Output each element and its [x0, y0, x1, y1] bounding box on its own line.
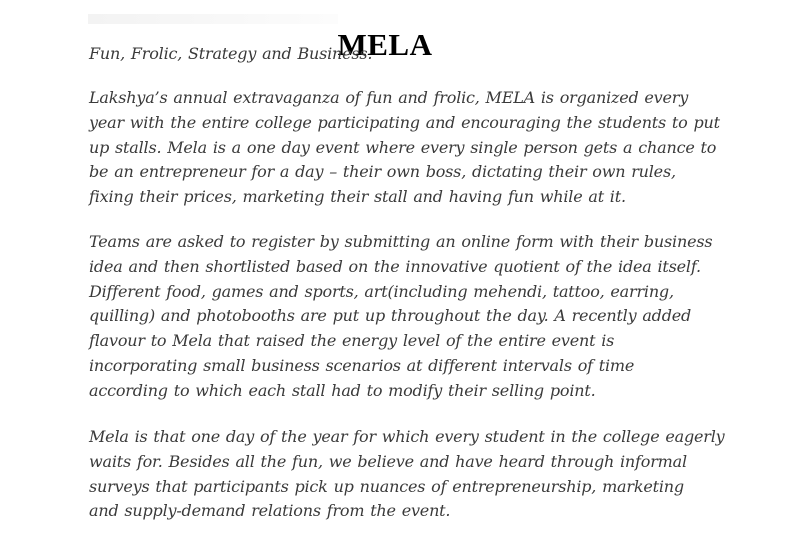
paragraph-line: fixing their prices, marketing their sta…: [89, 187, 626, 207]
paragraph-line: be an entrepreneur for a day – their own…: [89, 162, 676, 182]
paragraph-line: idea and then shortlisted based on the i…: [89, 256, 701, 276]
paragraph-intro: Lakshya’s annual extravaganza of fun and…: [89, 86, 720, 210]
paragraph-conclusion: Mela is that one day of the year for whi…: [89, 425, 725, 524]
paragraph-line: and supply-demand relations from the eve…: [89, 501, 451, 521]
paragraph-line: flavour to Mela that raised the energy l…: [89, 331, 615, 351]
paragraph-line: Mela is that one day of the year for whi…: [89, 427, 725, 446]
paragraph-line: incorporating small business scenarios a…: [89, 355, 635, 375]
paragraph-registration: Teams are asked to register by submittin…: [89, 230, 713, 404]
paragraph-line: up stalls. Mela is a one day event where…: [89, 137, 717, 157]
paragraph-line: year with the entire college participati…: [89, 112, 720, 132]
document-page: MELA Fun, Frolic, Strategy and Business.…: [0, 0, 796, 547]
paragraph-line: waits for. Besides all the fun, we belie…: [89, 451, 687, 471]
paragraph-line: according to which each stall had to mod…: [89, 380, 596, 400]
paragraph-line: quilling) and photobooths are put up thr…: [89, 306, 692, 326]
paragraph-line: surveys that participants pick up nuance…: [89, 476, 684, 496]
page-subtitle: Fun, Frolic, Strategy and Business.: [89, 44, 373, 63]
paragraph-line: Different food, games and sports, art(in…: [89, 281, 674, 301]
faded-header-artifact: [88, 14, 338, 24]
paragraph-line: Lakshya’s annual extravaganza of fun and…: [89, 88, 689, 107]
paragraph-line: Teams are asked to register by submittin…: [89, 232, 713, 251]
